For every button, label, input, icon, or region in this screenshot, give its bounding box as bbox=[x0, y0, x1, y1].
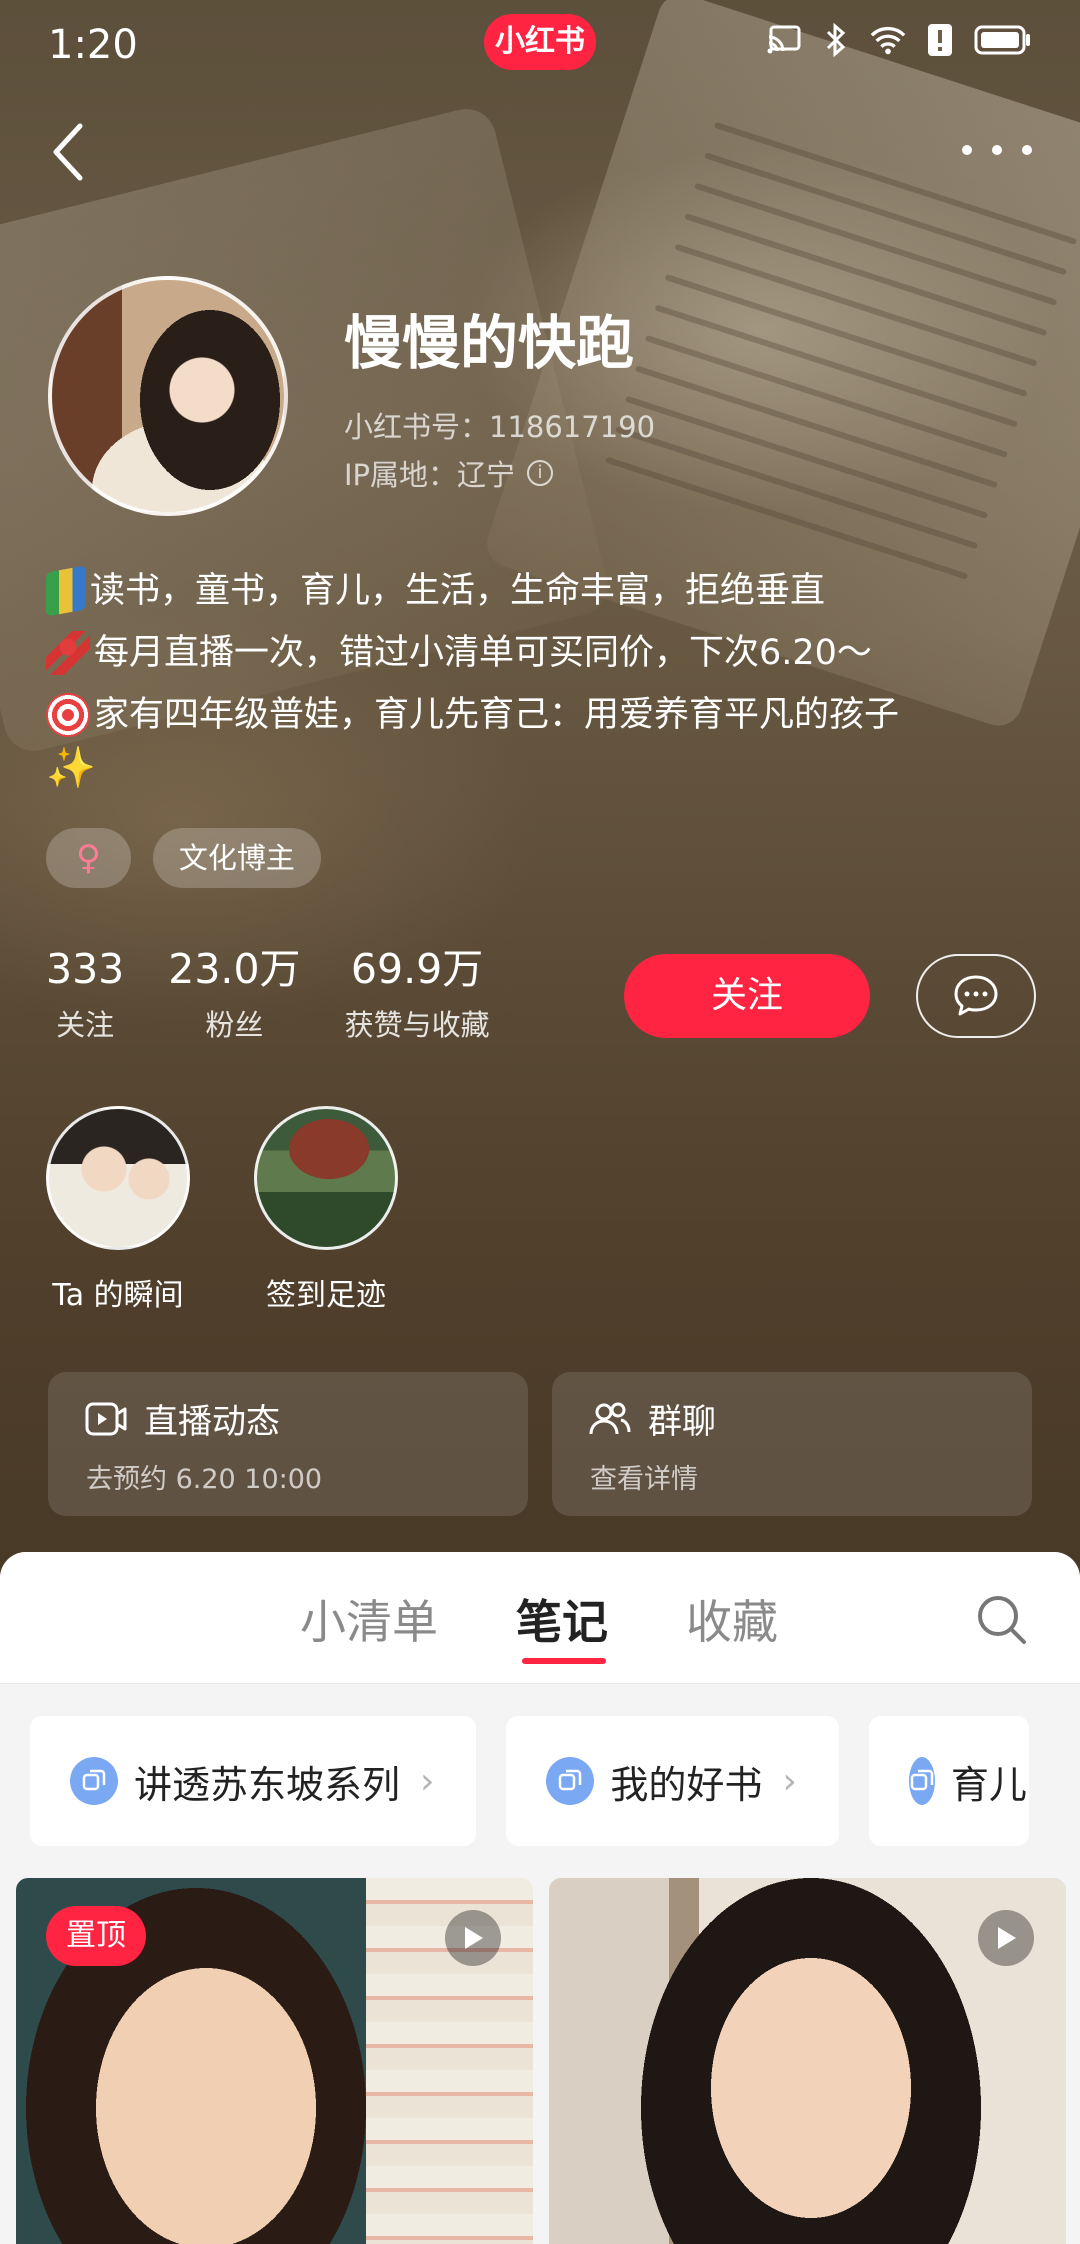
info-icon[interactable]: i bbox=[527, 460, 554, 486]
chat-bubble-icon bbox=[954, 975, 998, 1016]
moment-item[interactable]: Ta 的瞬间 bbox=[46, 1106, 190, 1314]
collections-row: 讲透苏东坡系列 › 我的好书 › 育儿& bbox=[30, 1716, 1029, 1846]
moment-label: Ta 的瞬间 bbox=[52, 1278, 184, 1313]
collection-icon bbox=[908, 1757, 935, 1805]
live-card-subtitle: 去预约 6.20 10:00 bbox=[86, 1464, 323, 1495]
note-card[interactable] bbox=[549, 1878, 1066, 2244]
status-bar: 1:20 小红书 bbox=[0, 0, 1080, 90]
back-button[interactable] bbox=[40, 112, 100, 192]
group-card-subtitle: 查看详情 bbox=[590, 1464, 698, 1495]
stat-followers[interactable]: 23.0万 粉丝 bbox=[168, 944, 300, 1044]
ribbon-emoji-icon bbox=[46, 631, 90, 675]
group-card-title: 群聊 bbox=[588, 1394, 996, 1443]
search-button[interactable] bbox=[974, 1592, 1030, 1648]
books-emoji-icon bbox=[46, 565, 86, 617]
battery-icon bbox=[974, 22, 1032, 58]
profile-stats: 333 关注 23.0万 粉丝 69.9万 获赞与收藏 bbox=[46, 944, 490, 1044]
moment-item[interactable]: 签到足迹 bbox=[254, 1106, 398, 1314]
bio-line: 读书，童书，育儿，生活，生命丰富，拒绝垂直 bbox=[46, 560, 1046, 622]
gender-tag: ♀ bbox=[46, 828, 131, 888]
live-title-text: 直播动态 bbox=[144, 1402, 280, 1442]
bio-text: 读书，童书，育儿，生活，生命丰富，拒绝垂直 bbox=[90, 571, 826, 611]
collection-icon bbox=[70, 1757, 118, 1805]
status-icons bbox=[766, 22, 1032, 58]
app-logo: 小红书 bbox=[484, 14, 596, 70]
moment-thumbnail bbox=[46, 1106, 190, 1250]
collection-label: 育儿& bbox=[950, 1762, 1029, 1807]
stat-value: 333 bbox=[46, 945, 125, 993]
avatar[interactable] bbox=[48, 276, 288, 516]
ip-location-text: IP属地：辽宁 bbox=[344, 458, 516, 492]
tab-favorites[interactable]: 收藏 bbox=[686, 1586, 778, 1652]
moment-label: 签到足迹 bbox=[266, 1278, 386, 1313]
search-icon bbox=[978, 1596, 1026, 1644]
play-icon bbox=[445, 1910, 501, 1966]
alert-icon bbox=[922, 22, 958, 58]
more-dot-icon bbox=[962, 145, 972, 155]
profile-background bbox=[0, 0, 1080, 1580]
target-emoji-icon bbox=[46, 693, 90, 737]
background-shade bbox=[0, 0, 1080, 1580]
cast-icon bbox=[766, 22, 802, 58]
profile-id: 小红书号：118617190 bbox=[344, 410, 656, 444]
note-card[interactable]: 置顶 bbox=[16, 1878, 533, 2244]
group-title-text: 群聊 bbox=[648, 1402, 716, 1442]
content-tabs: 小清单 笔记 收藏 bbox=[0, 1552, 1080, 1684]
collection-chip[interactable]: 讲透苏东坡系列 › bbox=[30, 1716, 477, 1846]
stat-value: 69.9万 bbox=[350, 945, 484, 993]
profile-ip-location: IP属地：辽宁 i bbox=[344, 452, 554, 494]
chevron-left-icon bbox=[53, 123, 83, 181]
group-users-icon bbox=[589, 1402, 631, 1434]
category-tag[interactable]: 文化博主 bbox=[152, 828, 321, 888]
live-video-icon bbox=[85, 1402, 127, 1435]
more-dot-icon bbox=[1022, 145, 1032, 155]
live-card-title: 直播动态 bbox=[84, 1394, 492, 1443]
active-tab-indicator bbox=[522, 1658, 606, 1664]
notes-grid: 置顶 bbox=[16, 1878, 1066, 2244]
stat-label: 关注 bbox=[56, 1008, 115, 1042]
status-time: 1:20 bbox=[48, 22, 138, 68]
chevron-right-icon: › bbox=[782, 1760, 797, 1802]
stat-value: 23.0万 bbox=[168, 945, 301, 993]
more-options-button[interactable] bbox=[962, 130, 1032, 170]
collection-chip[interactable]: 我的好书 › bbox=[506, 1716, 839, 1846]
stat-label: 粉丝 bbox=[205, 1008, 264, 1042]
collection-label: 讲透苏东坡系列 bbox=[134, 1762, 401, 1807]
wifi-icon bbox=[870, 22, 906, 58]
tab-shopping-list[interactable]: 小清单 bbox=[300, 1586, 438, 1652]
follow-button[interactable]: 关注 bbox=[624, 954, 870, 1038]
bluetooth-icon bbox=[818, 22, 854, 58]
content-panel: 小清单 笔记 收藏 讲透苏东坡系列 › 我的好书 › 育儿 置顶 bbox=[0, 1552, 1080, 2244]
bio-line: 家有四年级普娃，育儿先育己：用爱养育平凡的孩子 bbox=[46, 684, 1046, 746]
moment-thumbnail bbox=[254, 1106, 398, 1250]
pinned-badge: 置顶 bbox=[46, 1906, 146, 1966]
tab-notes[interactable]: 笔记 bbox=[516, 1586, 608, 1652]
stat-label: 获赞与收藏 bbox=[344, 1008, 490, 1042]
chevron-right-icon: › bbox=[420, 1760, 435, 1802]
moments-row: Ta 的瞬间 签到足迹 bbox=[46, 1106, 398, 1314]
play-icon bbox=[978, 1910, 1034, 1966]
live-card[interactable]: 直播动态 去预约 6.20 10:00 bbox=[48, 1372, 528, 1516]
bio-text: 家有四年级普娃，育儿先育己：用爱养育平凡的孩子 bbox=[94, 695, 900, 735]
bio-line: 每月直播一次，错过小清单可买同价，下次6.20～ bbox=[46, 622, 1046, 684]
message-button[interactable] bbox=[916, 954, 1036, 1038]
group-chat-card[interactable]: 群聊 查看详情 bbox=[552, 1372, 1032, 1516]
stat-following[interactable]: 333 关注 bbox=[46, 944, 124, 1044]
collection-icon bbox=[546, 1757, 595, 1805]
collection-label: 我的好书 bbox=[610, 1762, 763, 1807]
bio-text: 每月直播一次，错过小清单可买同价，下次6.20～ bbox=[94, 633, 872, 673]
sparkles-emoji-icon: ✨ bbox=[46, 745, 96, 791]
bio-line: ✨ bbox=[46, 746, 1046, 790]
stat-likes[interactable]: 69.9万 获赞与收藏 bbox=[345, 944, 490, 1044]
more-dot-icon bbox=[992, 145, 1002, 155]
profile-tags: ♀ 文化博主 bbox=[46, 828, 321, 888]
profile-name: 慢慢的快跑 bbox=[344, 309, 635, 377]
profile-bio: 读书，童书，育儿，生活，生命丰富，拒绝垂直 每月直播一次，错过小清单可买同价，下… bbox=[46, 560, 1046, 790]
collection-chip[interactable]: 育儿& bbox=[868, 1716, 1029, 1846]
